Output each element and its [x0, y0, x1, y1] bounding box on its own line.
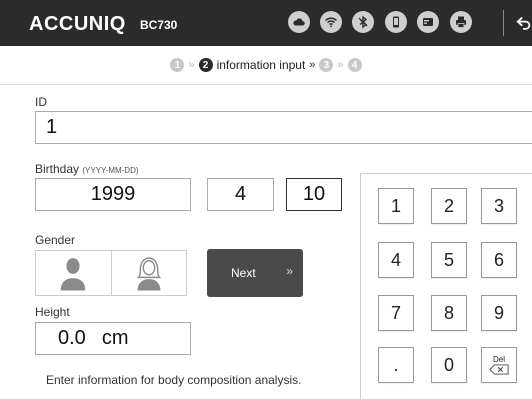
- double-chevron-right-icon: »: [286, 264, 293, 278]
- printer-icon: [450, 11, 472, 33]
- id-value: 1: [46, 116, 58, 138]
- backspace-icon: [489, 364, 509, 375]
- gender-label: Gender: [35, 233, 76, 247]
- id-label: ID: [35, 95, 47, 109]
- step-separator: »: [309, 59, 316, 71]
- brand-logo: ACCUNIQ: [29, 13, 126, 35]
- gender-male-button[interactable]: [36, 251, 111, 295]
- wifi-icon: [320, 11, 342, 33]
- step-3: 3: [319, 58, 334, 72]
- birth-day-field[interactable]: 10: [286, 178, 342, 211]
- instruction-text: Enter information for body composition a…: [46, 373, 302, 387]
- birth-year-field[interactable]: 1999: [35, 178, 191, 211]
- key-decimal[interactable]: .: [378, 347, 414, 383]
- delete-key-label: Del: [492, 355, 505, 364]
- header-divider: [503, 10, 504, 36]
- key-3[interactable]: 3: [481, 188, 517, 224]
- key-0[interactable]: 0: [431, 347, 467, 383]
- key-8[interactable]: 8: [431, 295, 467, 331]
- key-1[interactable]: 1: [378, 188, 414, 224]
- phone-icon: [385, 11, 407, 33]
- step-separator: »: [188, 59, 195, 71]
- birthday-label: Birthday (YYYY-MM-DD): [35, 162, 139, 176]
- top-bar: ACCUNIQ BC730: [0, 0, 532, 46]
- birth-month-field[interactable]: 4: [207, 178, 274, 211]
- key-9[interactable]: 9: [481, 295, 517, 331]
- height-field[interactable]: 0.0 cm: [35, 322, 191, 355]
- birthday-format-hint: (YYYY-MM-DD): [82, 166, 139, 175]
- key-5[interactable]: 5: [431, 242, 467, 278]
- card-icon: [417, 11, 439, 33]
- model-name: BC730: [140, 18, 178, 32]
- female-icon: [136, 257, 161, 291]
- key-6[interactable]: 6: [481, 242, 517, 278]
- birth-day-value: 10: [302, 183, 326, 205]
- step-separator: »: [337, 59, 344, 71]
- birth-year-value: 1999: [90, 183, 136, 205]
- height-value: 0.0: [58, 327, 86, 349]
- key-2[interactable]: 2: [431, 188, 467, 224]
- height-label: Height: [35, 305, 70, 319]
- step-indicator: 1 » 2 information input » 3 » 4: [0, 54, 532, 76]
- numeric-keypad: 1 2 3 4 5 6 7 8 9 . 0 Del: [360, 173, 532, 399]
- cloud-icon: [288, 11, 310, 33]
- divider: [0, 84, 532, 85]
- id-field[interactable]: 1: [35, 111, 532, 144]
- step-1: 1: [170, 58, 185, 72]
- birthday-label-text: Birthday: [35, 162, 80, 176]
- next-button-label: Next: [231, 266, 256, 280]
- key-delete[interactable]: Del: [481, 347, 517, 383]
- next-button[interactable]: Next »: [207, 249, 303, 297]
- step-4: 4: [347, 58, 362, 72]
- gender-female-button[interactable]: [110, 251, 187, 295]
- step-2: 2: [198, 58, 213, 72]
- gender-selector: [35, 250, 187, 296]
- key-4[interactable]: 4: [378, 242, 414, 278]
- male-icon: [61, 258, 86, 291]
- bluetooth-icon: [352, 11, 374, 33]
- height-unit: cm: [101, 327, 129, 349]
- back-arrow-icon[interactable]: [512, 10, 532, 36]
- step-2-label: information input: [216, 58, 306, 72]
- birth-month-value: 4: [234, 183, 247, 205]
- key-7[interactable]: 7: [378, 295, 414, 331]
